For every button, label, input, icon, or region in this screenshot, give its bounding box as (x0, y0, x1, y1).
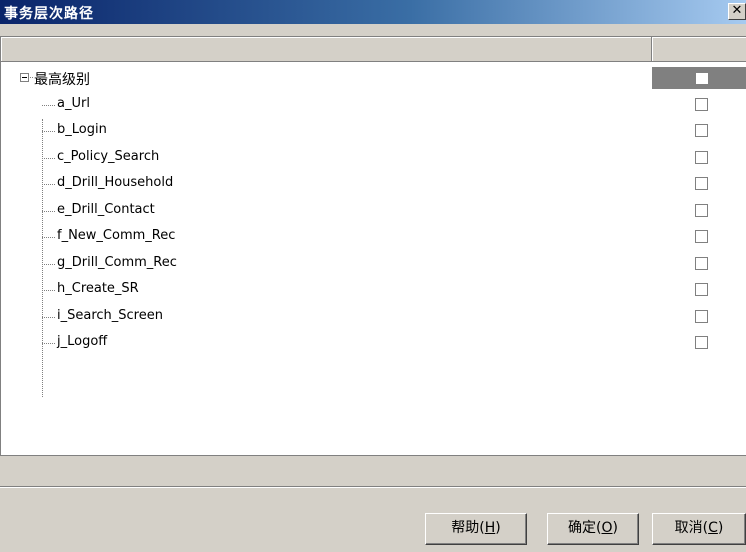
close-button[interactable]: ✕ (728, 3, 746, 20)
column-header (1, 37, 746, 62)
tree-panel: 最高级别 a_Url b_Login c_Policy_Search d_Dri… (0, 36, 746, 481)
tree-item-a-url[interactable]: a_Url (1, 92, 746, 119)
tree-item-label: a_Url (57, 95, 90, 111)
cancel-button-label-end: ) (717, 520, 724, 536)
tree-connector (42, 316, 55, 318)
ok-button-label-end: ) (612, 520, 618, 536)
tree-item-label: d_Drill_Household (57, 175, 174, 190)
tree-item-e-drill-contact[interactable]: e_Drill_Contact (1, 198, 746, 225)
tree-item-checkbox[interactable] (695, 203, 708, 217)
help-button-hotkey: H (484, 520, 496, 536)
tree-item-checkbox[interactable] (695, 150, 708, 164)
tree-root-row[interactable]: 最高级别 (1, 65, 746, 92)
tree-item-label: h_Create_SR (57, 281, 139, 296)
tree-item-checkbox[interactable] (695, 124, 708, 137)
column-header-check[interactable] (652, 37, 746, 61)
tree-connector (42, 157, 55, 159)
tree-item-checkbox[interactable] (695, 336, 708, 349)
tree-item-checkbox[interactable] (695, 97, 708, 111)
column-header-name[interactable] (1, 37, 652, 61)
collapse-icon[interactable] (20, 73, 29, 82)
tree-connector (42, 237, 55, 238)
tree-item-label: g_Drill_Comm_Rec (57, 254, 177, 270)
tree-item-label: e_Drill_Contact (57, 201, 155, 217)
help-button-label: 帮助( (451, 520, 485, 536)
cancel-button-label: 取消( (674, 520, 709, 536)
tree-item-label: f_New_Comm_Rec (57, 228, 176, 243)
ok-button-label: 确定( (568, 520, 602, 536)
tree-connector (42, 343, 55, 344)
tree-item-f-new-comm-rec[interactable]: f_New_Comm_Rec (1, 224, 746, 251)
tree-item-label: i_Search_Screen (57, 307, 163, 323)
tree-item-label: j_Logoff (57, 334, 108, 349)
tree-connector (42, 263, 55, 265)
panel-footer-bar (0, 455, 746, 481)
tree-connector (42, 104, 55, 106)
tree-item-i-search-screen[interactable]: i_Search_Screen (1, 304, 746, 331)
tree-item-b-login[interactable]: b_Login (1, 118, 746, 145)
tree-item-g-drill-comm-rec[interactable]: g_Drill_Comm_Rec (1, 251, 746, 278)
root-check-cell (652, 67, 746, 89)
window-title: 事务层次路径 (4, 6, 94, 22)
tree-item-d-drill-household[interactable]: d_Drill_Household (1, 171, 746, 198)
tree-item-checkbox[interactable] (695, 283, 708, 296)
help-button-label-end: ) (495, 520, 501, 536)
tree-connector (42, 184, 55, 185)
tree-item-checkbox[interactable] (695, 177, 708, 190)
ok-button[interactable]: 确定(O) (547, 513, 639, 545)
cancel-button[interactable]: 取消(C) (652, 513, 746, 545)
tree-item-h-create-sr[interactable]: h_Create_SR (1, 277, 746, 304)
tree-item-checkbox[interactable] (695, 230, 708, 243)
close-icon: ✕ (731, 3, 743, 18)
tree-connector (30, 77, 33, 78)
tree-item-c-policy-search[interactable]: c_Policy_Search (1, 145, 746, 172)
cancel-button-hotkey: C (708, 520, 718, 536)
title-bar: 事务层次路径 ✕ (0, 0, 746, 24)
tree-connector (42, 290, 55, 291)
tree-connector (42, 131, 55, 132)
help-button[interactable]: 帮助(H) (425, 513, 527, 545)
root-checkbox[interactable] (696, 73, 708, 84)
transaction-tree: 最高级别 a_Url b_Login c_Policy_Search d_Dri… (1, 65, 746, 397)
tree-root-label: 最高级别 (34, 72, 90, 88)
tree-item-checkbox[interactable] (695, 309, 708, 323)
ok-button-hotkey: O (601, 520, 613, 536)
footer-divider (0, 486, 746, 488)
tree-connector (42, 210, 55, 212)
tree-item-label: c_Policy_Search (57, 148, 160, 164)
tree-item-checkbox[interactable] (695, 256, 708, 270)
tree-item-j-logoff[interactable]: j_Logoff (1, 330, 746, 357)
tree-item-label: b_Login (57, 122, 107, 137)
